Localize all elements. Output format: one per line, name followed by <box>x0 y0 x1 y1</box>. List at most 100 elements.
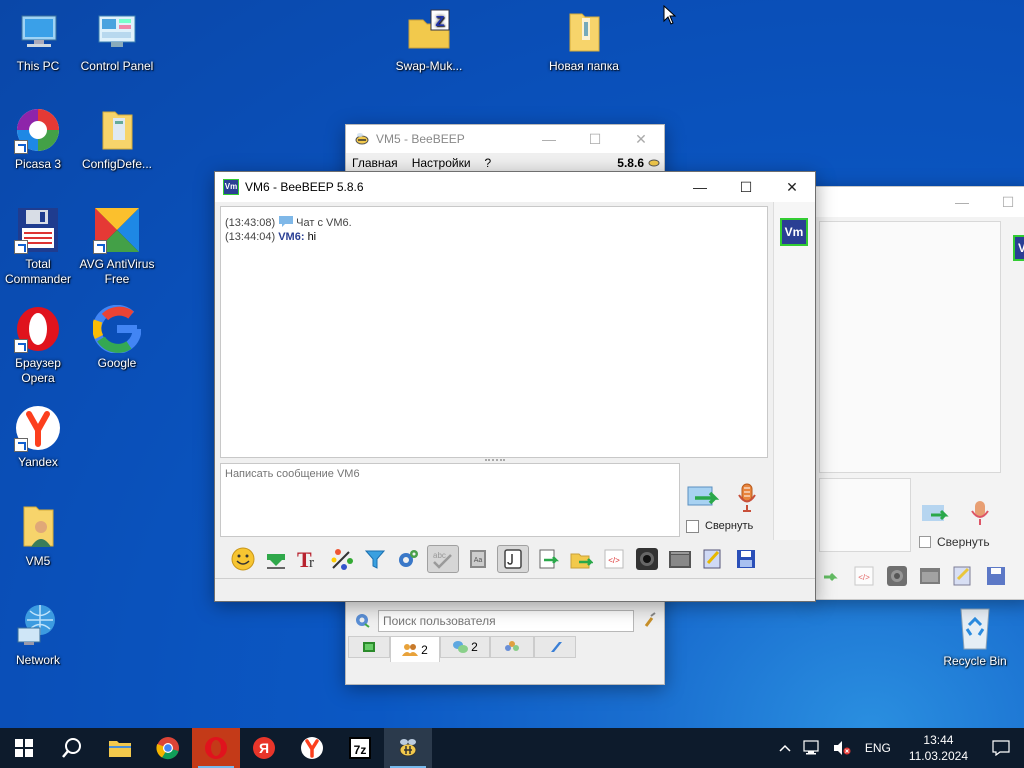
desktop-icon-google[interactable]: Google <box>77 304 157 371</box>
yandex-browser-icon: Я <box>253 737 275 759</box>
desktop-icon-network[interactable]: Network <box>0 602 78 668</box>
menu-item-settings[interactable]: Настройки <box>412 156 471 170</box>
taskbar-chrome[interactable] <box>144 728 192 768</box>
send-button[interactable] <box>687 483 721 513</box>
collapse-checkbox[interactable] <box>686 520 699 533</box>
window-icon[interactable] <box>916 562 944 590</box>
close-button[interactable]: ✕ <box>769 172 815 202</box>
screenshot-icon[interactable] <box>633 545 661 573</box>
desktop-icon-total-commander[interactable]: Total Commander <box>0 206 78 287</box>
attach-file-icon[interactable] <box>497 545 529 573</box>
language-indicator[interactable]: ENG <box>857 741 899 755</box>
opera-icon <box>14 305 62 353</box>
taskbar-beebeep[interactable] <box>384 728 432 768</box>
notes-icon[interactable] <box>699 545 727 573</box>
search-button[interactable] <box>48 728 96 768</box>
collapse-arrow-icon[interactable] <box>262 545 290 573</box>
network-icon <box>14 602 62 650</box>
notes-icon[interactable] <box>949 562 977 590</box>
html-code-icon[interactable]: </> <box>850 562 878 590</box>
tab-home[interactable] <box>348 636 390 658</box>
tab-count: 2 <box>421 642 428 657</box>
desktop-icon-recycle-bin[interactable]: Recycle Bin <box>935 603 1015 669</box>
filter-icon[interactable] <box>361 545 389 573</box>
screenshot-icon[interactable] <box>883 562 911 590</box>
taskbar-7zip[interactable]: 7z <box>336 728 384 768</box>
desktop-icon-configdefe[interactable]: ConfigDefe... <box>77 106 157 172</box>
beebeep-bee-icon <box>399 739 417 757</box>
desktop-icon-label: Control Panel <box>80 59 154 73</box>
maximize-button[interactable]: ☐ <box>572 124 618 154</box>
maximize-button[interactable]: ☐ <box>723 172 769 202</box>
beebeep-bee-icon <box>354 131 370 147</box>
voice-message-button[interactable] <box>736 482 758 514</box>
desktop-icon-label: Total Commander <box>4 257 72 286</box>
taskbar-yandex-browser[interactable]: Я <box>240 728 288 768</box>
tab-groups[interactable] <box>490 636 534 658</box>
title-bar: VM5 - BeeBEEP — ☐ ✕ <box>346 125 664 153</box>
send-icon <box>687 486 720 506</box>
send-file-icon[interactable] <box>534 545 562 573</box>
notifications-icon[interactable] <box>978 740 1024 756</box>
menu-item-home[interactable]: Главная <box>352 156 398 170</box>
message-time: (13:43:08) <box>225 216 276 229</box>
beebeep-chat-window-vm6[interactable]: Vm VM6 - BeeBEEP 5.8.6 — ☐ ✕ (13:43:08) … <box>214 171 816 602</box>
search-bar <box>346 607 664 635</box>
message-input[interactable] <box>220 463 680 537</box>
control-panel-icon <box>93 8 141 56</box>
network-status-icon[interactable] <box>797 740 827 756</box>
emoticon-icon[interactable] <box>229 545 257 573</box>
maximize-button[interactable]: ☐ <box>985 187 1024 217</box>
dictionary-icon[interactable]: Aa <box>464 545 492 573</box>
splitter-handle[interactable] <box>485 459 505 462</box>
desktop-icon-vm5[interactable]: VM5 <box>0 503 78 569</box>
beebeep-chat-window-background[interactable]: — ☐ V Свернуть </> <box>812 186 1024 600</box>
minimize-button[interactable]: — <box>939 187 985 217</box>
save-icon[interactable] <box>982 562 1010 590</box>
menu-item-help[interactable]: ? <box>485 156 492 170</box>
desktop-icon-this-pc[interactable]: This PC <box>0 8 78 74</box>
save-icon[interactable] <box>732 545 760 573</box>
color-palette-icon[interactable] <box>328 545 356 573</box>
taskbar-opera[interactable] <box>192 728 240 768</box>
message-input[interactable] <box>819 478 911 552</box>
desktop-icon-swap[interactable]: Z Swap-Muk... <box>389 8 469 74</box>
gear-icon[interactable] <box>354 612 370 631</box>
desktop-icon-control-panel[interactable]: Control Panel <box>77 8 157 74</box>
search-input[interactable] <box>378 610 634 632</box>
chat-toolbar: Tr abc Aa </> <box>215 542 773 576</box>
desktop-icon-picasa[interactable]: Picasa 3 <box>0 106 78 172</box>
desktop-icon-new-folder[interactable]: Новая папка <box>544 8 624 74</box>
send-icon[interactable] <box>921 503 951 528</box>
volume-muted-icon[interactable] <box>827 740 857 756</box>
clear-search-icon[interactable] <box>642 611 658 631</box>
spell-check-icon[interactable]: abc <box>427 545 459 573</box>
share-file-icon[interactable] <box>817 562 845 590</box>
desktop-icon-opera[interactable]: Браузер Opera <box>0 305 78 386</box>
start-button[interactable] <box>0 728 48 768</box>
minimize-button[interactable]: — <box>677 172 723 202</box>
folder-icon <box>93 106 141 154</box>
taskbar-yandex[interactable] <box>288 728 336 768</box>
chat-message: (13:43:08) Чат с VM6. <box>225 215 763 231</box>
message-text: Чат с VM6. <box>296 216 352 229</box>
collapse-checkbox[interactable] <box>919 536 931 548</box>
close-button[interactable]: ✕ <box>618 124 664 154</box>
desktop-icon-avg[interactable]: AVG AntiVirus Free <box>77 206 157 287</box>
microphone-icon[interactable] <box>969 499 991 530</box>
html-code-icon[interactable]: </> <box>600 545 628 573</box>
user-avatar[interactable]: Vm <box>780 218 808 246</box>
settings-gears-icon[interactable] <box>394 545 422 573</box>
clock[interactable]: 13:44 11.03.2024 <box>899 732 978 764</box>
font-icon[interactable]: Tr <box>295 545 323 573</box>
tab-users[interactable]: 2 <box>390 636 440 662</box>
menu-bar: Главная Настройки ? 5.8.6 <box>346 153 664 173</box>
taskbar-file-explorer[interactable] <box>96 728 144 768</box>
tab-chats[interactable]: 2 <box>440 636 490 658</box>
minimize-button[interactable]: — <box>526 124 572 154</box>
desktop-icon-yandex[interactable]: Yandex <box>0 404 78 470</box>
window-icon[interactable] <box>666 545 694 573</box>
tab-files[interactable] <box>534 636 576 658</box>
send-folder-icon[interactable] <box>567 545 595 573</box>
show-hidden-icons-chevron-up-icon[interactable] <box>773 743 797 753</box>
